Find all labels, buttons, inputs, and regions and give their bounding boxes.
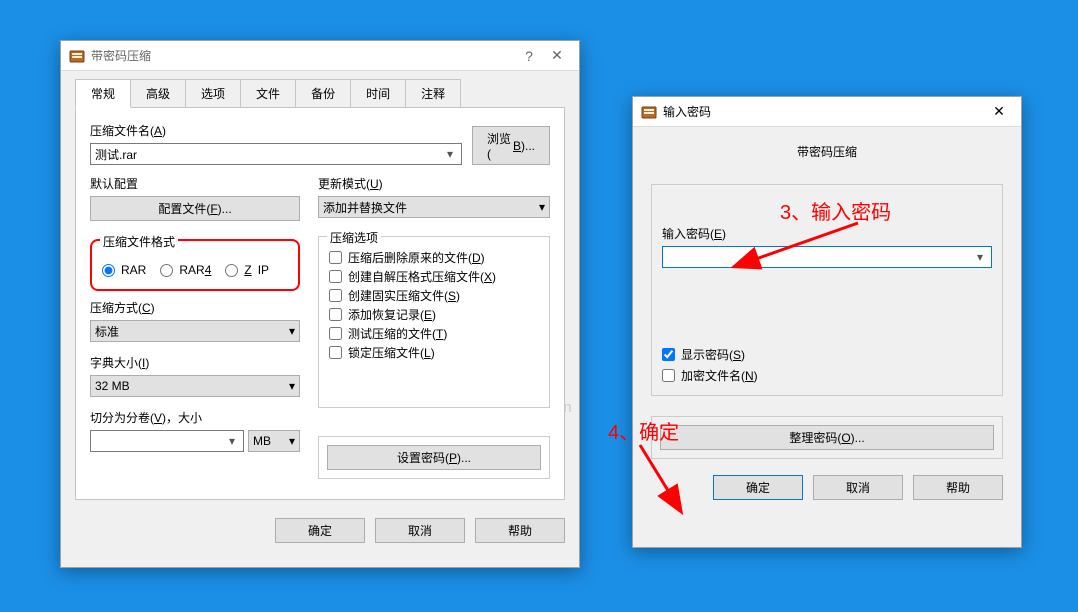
tab-options[interactable]: 选项 [185, 79, 241, 108]
chevron-down-icon: ▾ [289, 324, 295, 338]
format-group: 压缩文件格式 RAR RAR4 ZIP [90, 239, 300, 291]
split-label: 切分为分卷(V)，大小 [90, 409, 300, 426]
split-unit-combo[interactable]: MB ▾ [248, 430, 300, 452]
opt-solid[interactable]: 创建固实压缩文件(S) [329, 287, 539, 304]
format-rar[interactable]: RAR [102, 263, 146, 277]
chevron-down-icon: ▾ [224, 434, 240, 448]
set-password-button[interactable]: 设置密码(P)... [327, 445, 541, 470]
opt-test[interactable]: 测试压缩的文件(T) [329, 325, 539, 342]
password-dialog: 输入密码 ✕ 带密码压缩 输入密码(E) ▾ 显示密码(S) 加密文件名(N) … [632, 96, 1022, 548]
tab-files[interactable]: 文件 [240, 79, 296, 108]
method-value: 标准 [95, 323, 119, 340]
opt-lock[interactable]: 锁定压缩文件(L) [329, 344, 539, 361]
format-radios: RAR RAR4 ZIP [102, 259, 288, 281]
pw-ok-button[interactable]: 确定 [713, 475, 803, 500]
main-title: 带密码压缩 [91, 47, 515, 64]
encrypt-names-checkbox[interactable]: 加密文件名(N) [662, 367, 992, 384]
close-icon[interactable]: ✕ [543, 47, 571, 64]
opt-recovery[interactable]: 添加恢复记录(E) [329, 306, 539, 323]
chevron-down-icon: ▾ [289, 379, 295, 393]
method-combo[interactable]: 标准 ▾ [90, 320, 300, 342]
organize-password-button[interactable]: 整理密码(O)... [660, 425, 994, 450]
pw-cancel-button[interactable]: 取消 [813, 475, 903, 500]
help-button[interactable]: 帮助 [475, 518, 565, 543]
app-icon [641, 104, 657, 120]
pw-actions: 确定 取消 帮助 [633, 469, 1021, 514]
method-label: 压缩方式(C) [90, 299, 300, 316]
help-icon[interactable]: ? [515, 48, 543, 64]
show-password-checkbox[interactable]: 显示密码(S) [662, 346, 992, 363]
split-size-input[interactable]: ▾ [90, 430, 244, 452]
main-actions: 确定 取消 帮助 [61, 512, 579, 555]
options-legend: 压缩选项 [327, 229, 381, 246]
chevron-down-icon: ▾ [442, 147, 458, 161]
pw-titlebar: 输入密码 ✕ [633, 97, 1021, 127]
update-mode-combo[interactable]: 添加并替换文件 ▾ [318, 196, 550, 218]
opt-delete[interactable]: 压缩后删除原来的文件(D) [329, 249, 539, 266]
tab-backup[interactable]: 备份 [295, 79, 351, 108]
pw-heading: 带密码压缩 [633, 127, 1021, 166]
tab-advanced[interactable]: 高级 [130, 79, 186, 108]
general-panel: 压缩文件名(A) 测试.rar ▾ 浏览(B)... 默认配置 配置文件(F).… [75, 107, 565, 500]
chevron-down-icon: ▾ [972, 250, 988, 264]
password-input[interactable]: ▾ [662, 246, 992, 268]
browse-button[interactable]: 浏览(B)... [472, 126, 550, 165]
close-icon[interactable]: ✕ [985, 103, 1013, 120]
update-mode-value: 添加并替换文件 [323, 199, 407, 216]
update-mode-label: 更新模式(U) [318, 175, 550, 192]
pw-title: 输入密码 [663, 103, 985, 120]
organize-group: 整理密码(O)... [651, 416, 1003, 459]
pw-help-button[interactable]: 帮助 [913, 475, 1003, 500]
profiles-button[interactable]: 配置文件(F)... [90, 196, 300, 221]
main-titlebar: 带密码压缩 ? ✕ [61, 41, 579, 71]
opt-sfx[interactable]: 创建自解压格式压缩文件(X) [329, 268, 539, 285]
tab-comment[interactable]: 注释 [405, 79, 461, 108]
archive-name-label: 压缩文件名(A) [90, 122, 462, 139]
default-profile-label: 默认配置 [90, 175, 300, 192]
main-dialog: 带密码压缩 ? ✕ 常规 高级 选项 文件 备份 时间 注释 压缩文件名(A) … [60, 40, 580, 568]
split-unit: MB [253, 434, 271, 448]
format-legend: 压缩文件格式 [100, 233, 178, 250]
ok-button[interactable]: 确定 [275, 518, 365, 543]
tab-general[interactable]: 常规 [75, 79, 131, 108]
tab-bar: 常规 高级 选项 文件 备份 时间 注释 [61, 71, 579, 108]
pw-group: 输入密码(E) ▾ 显示密码(S) 加密文件名(N) [651, 184, 1003, 396]
archive-name-value: 测试.rar [95, 146, 137, 163]
dict-label: 字典大小(I) [90, 354, 300, 371]
dict-value: 32 MB [95, 379, 130, 393]
options-group: 压缩选项 压缩后删除原来的文件(D) 创建自解压格式压缩文件(X) 创建固实压缩… [318, 236, 550, 408]
dict-combo[interactable]: 32 MB ▾ [90, 375, 300, 397]
app-icon [69, 48, 85, 64]
chevron-down-icon: ▾ [539, 200, 545, 214]
password-label: 输入密码(E) [662, 225, 992, 242]
format-zip[interactable]: ZIP [225, 263, 269, 277]
chevron-down-icon: ▾ [289, 434, 295, 448]
set-password-group: 设置密码(P)... [318, 436, 550, 479]
cancel-button[interactable]: 取消 [375, 518, 465, 543]
format-rar4[interactable]: RAR4 [160, 263, 211, 277]
archive-name-input[interactable]: 测试.rar ▾ [90, 143, 462, 165]
tab-time[interactable]: 时间 [350, 79, 406, 108]
